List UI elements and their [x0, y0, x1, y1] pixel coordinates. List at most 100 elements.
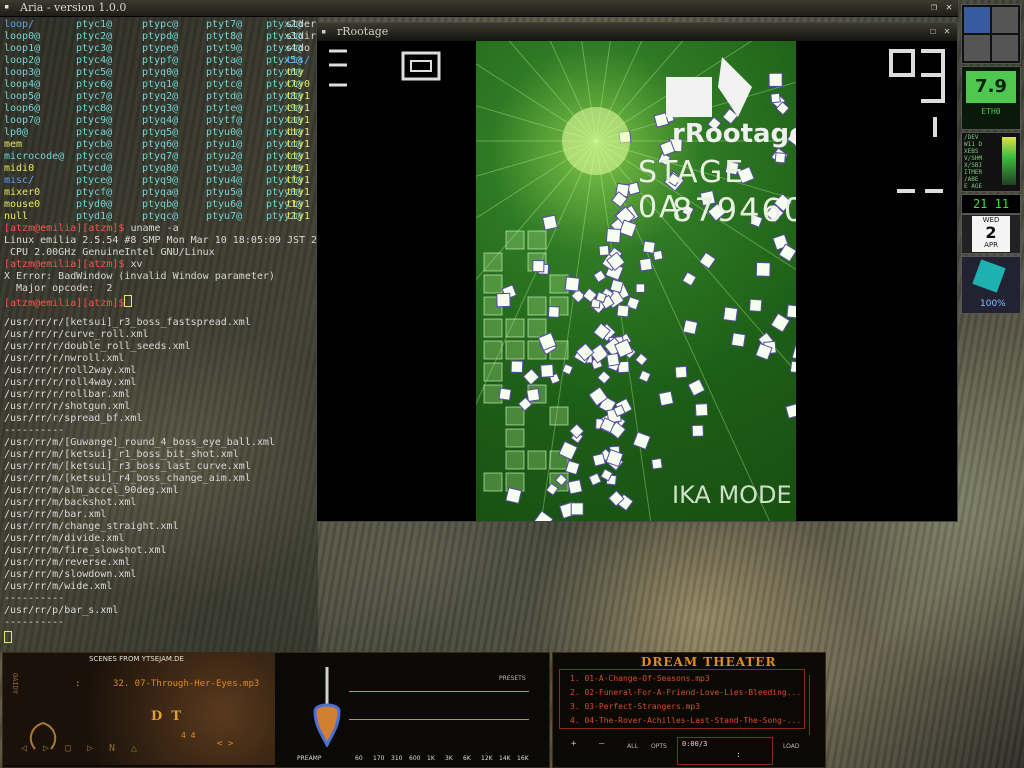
grid-block	[484, 341, 502, 359]
close-icon[interactable]: ✕	[943, 2, 955, 13]
grid-block	[484, 473, 502, 491]
transport-button[interactable]: ▷	[87, 743, 93, 754]
listing-cell: ptyc8@	[76, 103, 112, 115]
all-button[interactable]: ALL	[627, 743, 638, 750]
bullet	[675, 366, 687, 378]
bullet	[633, 432, 650, 449]
bullet	[683, 272, 697, 286]
file-path-line: /usr/rr/m/change_straight.xml	[4, 521, 179, 533]
add-button[interactable]: +	[571, 739, 576, 749]
xmms-player[interactable]: OAIDY SCENES FROM YTSEJAM.DE 32. 07-Thro…	[2, 652, 550, 768]
eq-band-label: 170	[373, 755, 384, 762]
remove-button[interactable]: —	[599, 739, 604, 749]
bullet	[511, 361, 523, 373]
rrootage-window[interactable]: ▪ rRootage ☐ ✕ rRootage STAGE 0A 879460	[316, 22, 958, 522]
rrootage-titlebar[interactable]: ▪ rRootage ☐ ✕	[317, 23, 957, 41]
listing-cell: ptypf@	[142, 55, 178, 67]
xmms-main-panel[interactable]: OAIDY SCENES FROM YTSEJAM.DE 32. 07-Thro…	[3, 653, 275, 765]
listing-cell: tty0	[286, 79, 310, 91]
score-display: 879460	[672, 191, 796, 229]
listing-cell: tty1	[286, 91, 310, 103]
listing-cell: ptycf@	[76, 187, 112, 199]
playlist-list[interactable]: 1. 01-A-Change-Of-Seasons.mp3 2. 02-Fune…	[559, 669, 805, 729]
listing-cell: tty1	[286, 211, 310, 223]
listing-cell: ptyqb@	[142, 199, 178, 211]
restore-icon[interactable]: ❐	[928, 2, 940, 13]
playlist-item[interactable]: 2. 02-Funeral-For-A-Friend-Love-Lies-Ble…	[570, 687, 801, 699]
listing-cell: tty1	[286, 199, 310, 211]
playlist-scrollbar[interactable]	[809, 675, 818, 735]
listing-cell: ptyt8@	[206, 31, 242, 43]
pager-dockapp[interactable]	[961, 4, 1021, 64]
listing-cell: stdo	[286, 43, 310, 55]
grid-block	[528, 451, 546, 469]
calendar-dockapp: WED 2 APR	[961, 214, 1021, 254]
pager-desk-3[interactable]	[964, 35, 990, 61]
monitor-dockapp: /DEV W11 D XEBS V/SHM X/SBI ITMER /ABE E…	[961, 132, 1021, 192]
playlist-item[interactable]: 1. 01-A-Change-Of-Seasons.mp3	[570, 673, 710, 685]
bullet	[692, 425, 703, 436]
aria-titlebar[interactable]: ▪ Aria - version 1.0.0 ❐ ✕	[0, 0, 958, 17]
file-path-line: /usr/rr/m/[ketsui]_r1_boss_bit_shot.xml	[4, 449, 239, 461]
listing-cell: tty	[286, 67, 304, 79]
playlist-window[interactable]: DREAM THEATER 1. 01-A-Change-Of-Seasons.…	[552, 652, 826, 768]
transport-button[interactable]: △	[131, 743, 137, 754]
listing-cell: ptyte@	[206, 103, 242, 115]
opts-button[interactable]: OPTS	[651, 743, 667, 750]
listing-cell: tty1	[286, 151, 310, 163]
balance-arrows[interactable]: < >	[217, 739, 233, 749]
file-path-line: /usr/rr/r/double_roll_seeds.xml	[4, 341, 191, 353]
bullet	[639, 370, 651, 382]
monitor-bars	[1002, 137, 1016, 185]
file-path-line: /usr/rr/r/spread_bf.xml	[4, 413, 142, 425]
listing-cell: ptyu5@	[206, 187, 242, 199]
close-icon[interactable]: ✕	[941, 26, 953, 38]
output-line: CPU 2.00GHz GenuineIntel GNU/Linux	[4, 247, 215, 259]
track-title: 32. 07-Through-Her-Eyes.mp3	[113, 679, 259, 689]
bullet	[790, 361, 796, 373]
listing-cell: ptyc2@	[76, 31, 112, 43]
load-button[interactable]: LOAD	[783, 743, 799, 750]
grid-block	[528, 297, 546, 315]
pager-desk-2[interactable]	[992, 7, 1018, 33]
listing-cell: ptyu0@	[206, 127, 242, 139]
equalizer-panel[interactable]: PRESETS PREAMP 60 170 310 600 1K 3K 6K 12K 14K 16…	[277, 653, 547, 765]
file-path-line: /usr/rr/m/[ketsui]_r4_boss_change_aim.xm…	[4, 473, 251, 485]
volume-hint: 4 4	[181, 731, 195, 740]
eq-band-label: 12K	[481, 755, 493, 762]
bullet	[598, 371, 611, 384]
eq-line-1	[349, 691, 529, 692]
bullet	[527, 389, 540, 402]
playlist-item[interactable]: 4. 04-The-Rover-Achilles-Last-Stand-The-…	[570, 715, 801, 727]
listing-cell: ptyu1@	[206, 139, 242, 151]
maximize-icon[interactable]: ☐	[927, 26, 939, 38]
terminal-cursor-line[interactable]	[4, 631, 12, 643]
bullet	[610, 280, 623, 293]
listing-cell: tty1	[286, 163, 310, 175]
file-path-line: ----------	[4, 593, 64, 605]
game-playfield[interactable]: rRootage STAGE 0A 879460 IKA MODE	[476, 41, 796, 521]
playlist-item[interactable]: 3. 03-Perfect-Strangers.mp3	[570, 701, 700, 713]
terminal-content[interactable]: loop/ptyc1@ ptypc@ ptyt7@ ptyx2@ stder loop0@…	[0, 17, 318, 652]
transport-button[interactable]: N	[109, 743, 115, 754]
bullet	[533, 261, 544, 272]
prompt-line: [atzm@emilia][atzm]$	[4, 295, 132, 307]
pager-desk-4[interactable]	[992, 35, 1018, 61]
file-path-line: /usr/rr/m/backshot.xml	[4, 497, 136, 509]
file-path-line: /usr/rr/r/shotgun.xml	[4, 401, 130, 413]
game-viewport[interactable]: rRootage STAGE 0A 879460 IKA MODE	[317, 41, 957, 521]
eq-band-label: 60	[355, 755, 363, 762]
presets-button[interactable]: PRESETS	[499, 675, 526, 682]
zoom-dockapp[interactable]: 100%	[961, 256, 1021, 314]
transport-button[interactable]: ▢	[65, 743, 71, 754]
listing-cell: tts/	[286, 55, 310, 67]
window-menu-icon[interactable]: ▪	[321, 27, 326, 37]
pager-active-desk[interactable]	[964, 7, 990, 33]
boss-glow	[562, 107, 630, 175]
bullet	[749, 299, 761, 311]
window-menu-icon[interactable]: ▪	[4, 3, 14, 12]
rrootage-window-title: rRootage	[337, 25, 388, 38]
listing-cell: misc/	[4, 175, 34, 187]
file-path-line: /usr/rr/r/nwroll.xml	[4, 353, 124, 365]
bullet	[643, 241, 655, 253]
